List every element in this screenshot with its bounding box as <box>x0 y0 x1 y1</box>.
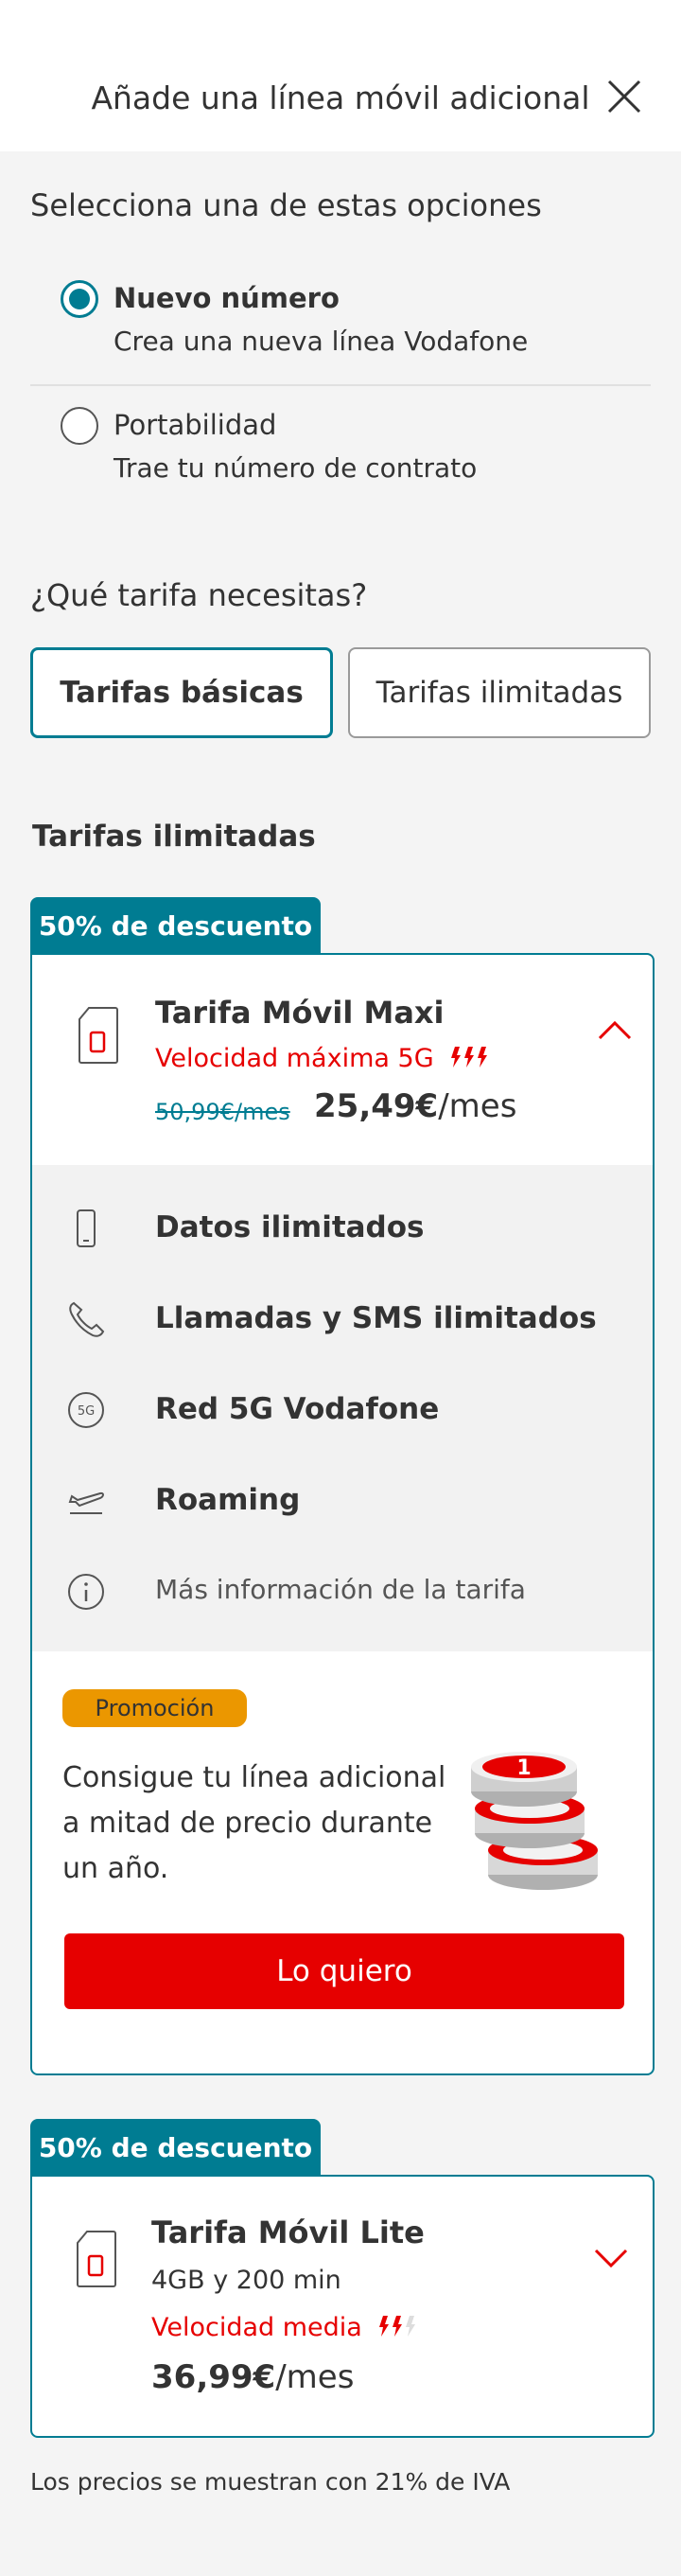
close-button[interactable] <box>602 74 647 119</box>
tab-basic-tariffs[interactable]: Tarifas básicas <box>30 647 333 738</box>
chevron-down-icon[interactable] <box>592 2239 630 2277</box>
option-title: Nuevo número <box>114 282 340 314</box>
price-amount: 25,49€ <box>314 1087 439 1125</box>
coins-illustration: 1 <box>471 1752 598 1890</box>
price-period: /mes <box>275 2358 355 2396</box>
modal-header: Añade una línea móvil adicional <box>0 0 681 151</box>
discount-badge: 50% de descuento <box>30 897 321 954</box>
feature-item: Llamadas y SMS ilimitados <box>66 1296 634 1341</box>
call-icon <box>69 1301 105 1337</box>
speed-icon <box>451 1047 488 1067</box>
price-amount: 36,99€ <box>151 2358 276 2396</box>
divider <box>30 384 651 386</box>
plan-price: 25,49€/mes <box>314 1087 516 1125</box>
plan-name: Tarifa Móvil Maxi <box>155 995 445 1031</box>
option-subtitle: Trae tu número de contrato <box>114 452 478 484</box>
svg-text:1: 1 <box>516 1756 531 1780</box>
plan-card-lite[interactable]: Tarifa Móvil Lite 4GB y 200 min Velocida… <box>30 2175 655 2438</box>
feature-text: Datos ilimitados <box>155 1210 425 1244</box>
plan-speed: Velocidad máxima 5G <box>155 1044 491 1073</box>
plan-speed: Velocidad media <box>151 2313 419 2342</box>
old-price: 50,99€/mes <box>155 1099 290 1125</box>
option-subtitle: Crea una nueva línea Vodafone <box>114 326 529 357</box>
option-portability[interactable]: Portabilidad Trae tu número de contrato <box>61 407 651 492</box>
sim-card-icon <box>79 1007 118 1064</box>
price-period: /mes <box>438 1087 517 1125</box>
close-icon <box>607 79 641 114</box>
features-panel: Datos ilimitados Llamadas y SMS ilimitad… <box>32 1165 653 1651</box>
promo-text: Consigue tu línea adicional a mitad de p… <box>62 1761 446 1885</box>
radio-portability[interactable] <box>61 407 98 445</box>
plan-price: 36,99€/mes <box>151 2358 354 2396</box>
discount-badge: 50% de descuento <box>30 2119 321 2176</box>
option-new-number[interactable]: Nuevo número Crea una nueva línea Vodafo… <box>61 280 651 365</box>
radio-new-number[interactable] <box>61 280 98 318</box>
speed-label: Velocidad media <box>151 2313 362 2342</box>
svg-text:5G: 5G <box>78 1404 95 1419</box>
phone-icon <box>77 1209 96 1247</box>
tab-unlimited-tariffs[interactable]: Tarifas ilimitadas <box>348 647 651 738</box>
plan-name: Tarifa Móvil Lite <box>151 2214 425 2250</box>
feature-text: Red 5G Vodafone <box>155 1392 440 1426</box>
feature-text: Más información de la tarifa <box>155 1574 526 1605</box>
chevron-up-icon[interactable] <box>596 1012 634 1050</box>
5g-icon: 5G <box>68 1392 104 1428</box>
plane-icon <box>68 1491 104 1514</box>
info-icon <box>68 1574 104 1610</box>
sim-card-icon <box>77 2231 116 2287</box>
promo-badge: Promoción <box>62 1689 247 1727</box>
feature-item: Datos ilimitados <box>66 1205 634 1250</box>
more-info-link[interactable]: Más información de la tarifa <box>66 1568 634 1614</box>
speed-icon <box>379 2316 416 2337</box>
plan-card-maxi: Tarifa Móvil Maxi Velocidad máxima 5G 50… <box>30 953 655 2075</box>
modal-title: Añade una línea móvil adicional <box>91 79 590 116</box>
plan-data: 4GB y 200 min <box>151 2266 341 2295</box>
feature-text: Roaming <box>155 1483 301 1517</box>
vat-footnote: Los precios se muestran con 21% de IVA <box>30 2468 511 2496</box>
feature-text: Llamadas y SMS ilimitados <box>155 1301 597 1335</box>
feature-item: Roaming <box>66 1477 634 1523</box>
option-title: Portabilidad <box>114 409 277 441</box>
list-heading: Tarifas ilimitadas <box>32 820 316 854</box>
speed-label: Velocidad máxima 5G <box>155 1044 434 1073</box>
feature-item: 5G Red 5G Vodafone <box>66 1386 634 1432</box>
want-it-button[interactable]: Lo quiero <box>64 1933 624 2009</box>
options-label: Selecciona una de estas opciones <box>30 187 542 223</box>
tariff-type-label: ¿Qué tarifa necesitas? <box>30 577 368 613</box>
